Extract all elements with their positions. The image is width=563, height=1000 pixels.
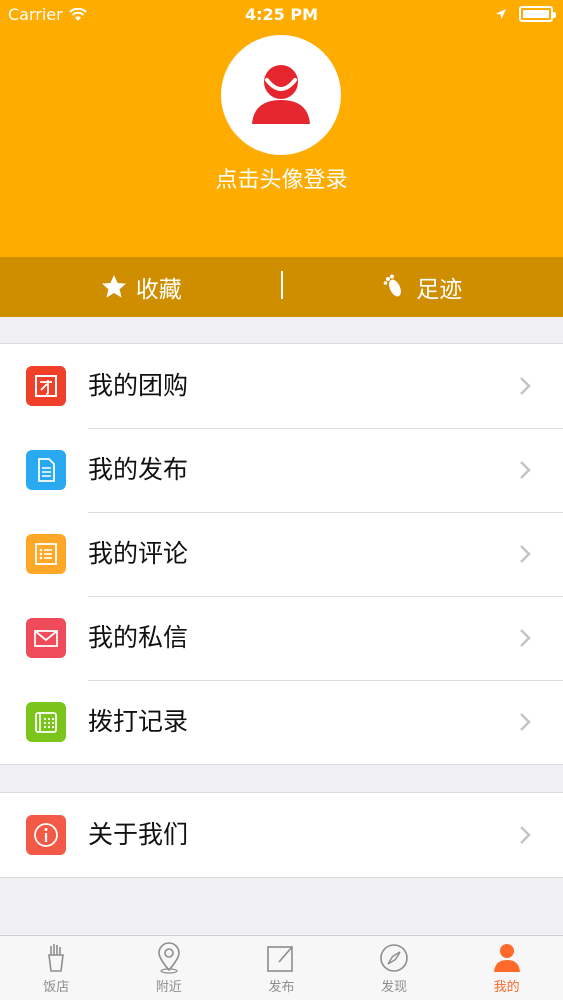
tab-label: 饭店 <box>43 980 70 995</box>
menu-item-my-messages[interactable]: 我的私信 <box>0 596 563 680</box>
document-icon <box>26 450 66 490</box>
chevron-right-icon <box>520 377 531 395</box>
star-icon <box>101 275 126 298</box>
tab-label: 发布 <box>268 980 295 995</box>
chevron-right-icon <box>520 629 531 647</box>
about-group: 关于我们 <box>0 792 563 878</box>
menu-item-label: 我的私信 <box>88 623 189 652</box>
fries-icon <box>48 944 65 972</box>
tab-label: 发现 <box>381 980 408 995</box>
tab-bar: 饭店 附近 发布 发现 我的 <box>0 935 563 1000</box>
chevron-right-icon <box>520 713 531 731</box>
menu-item-my-comments[interactable]: 我的评论 <box>0 512 563 596</box>
avatar-button[interactable] <box>221 35 341 155</box>
menu-item-label: 我的团购 <box>88 371 189 400</box>
favorites-button[interactable]: 收藏 <box>0 257 282 317</box>
menu-item-label: 关于我们 <box>88 820 189 849</box>
favorites-label: 收藏 <box>135 277 182 303</box>
status-indicators <box>495 6 556 22</box>
tab-nearby[interactable]: 附近 <box>113 936 226 1000</box>
status-time: 4:25 PM <box>244 5 318 24</box>
fav-divider <box>281 271 283 299</box>
battery-icon <box>519 6 556 22</box>
login-prompt[interactable]: 点击头像登录 <box>0 162 563 194</box>
profile-header: Carrier 4:25 PM 点击头像登录 <box>0 0 563 257</box>
user-icon <box>493 944 520 972</box>
menu-group: 我的团购 我的发布 我的评论 我的私信 拨打记录 <box>0 343 563 765</box>
avatar-icon <box>252 65 310 124</box>
tab-publish[interactable]: 发布 <box>225 936 338 1000</box>
status-bar: Carrier 4:25 PM <box>0 0 563 30</box>
menu-item-my-posts[interactable]: 我的发布 <box>0 428 563 512</box>
mail-icon <box>26 618 66 658</box>
menu-item-about-us[interactable]: 关于我们 <box>0 793 563 877</box>
info-icon <box>26 815 66 855</box>
location-pin-icon <box>158 942 180 974</box>
fav-bar: 收藏 足迹 <box>0 257 563 317</box>
group-buy-icon <box>26 366 66 406</box>
menu-item-label: 我的评论 <box>88 539 189 568</box>
menu-item-call-records[interactable]: 拨打记录 <box>0 680 563 764</box>
chevron-right-icon <box>520 826 531 844</box>
footprints-label: 足迹 <box>416 277 463 303</box>
menu-item-label: 拨打记录 <box>88 707 189 736</box>
tab-discover[interactable]: 发现 <box>338 936 451 1000</box>
tab-label: 我的 <box>493 980 520 995</box>
compose-icon <box>267 946 294 972</box>
phone-icon <box>26 702 66 742</box>
list-icon <box>26 534 66 574</box>
location-arrow-icon <box>496 9 506 19</box>
footprint-icon <box>383 274 402 297</box>
footprints-button[interactable]: 足迹 <box>282 257 563 317</box>
tab-mine[interactable]: 我的 <box>450 936 563 1000</box>
menu-item-label: 我的发布 <box>88 455 189 484</box>
tab-restaurants[interactable]: 饭店 <box>0 936 113 1000</box>
chevron-right-icon <box>520 461 531 479</box>
tab-label: 附近 <box>155 980 182 995</box>
chevron-right-icon <box>520 545 531 563</box>
compass-icon <box>380 944 408 972</box>
menu-item-group-buy[interactable]: 我的团购 <box>0 344 563 428</box>
